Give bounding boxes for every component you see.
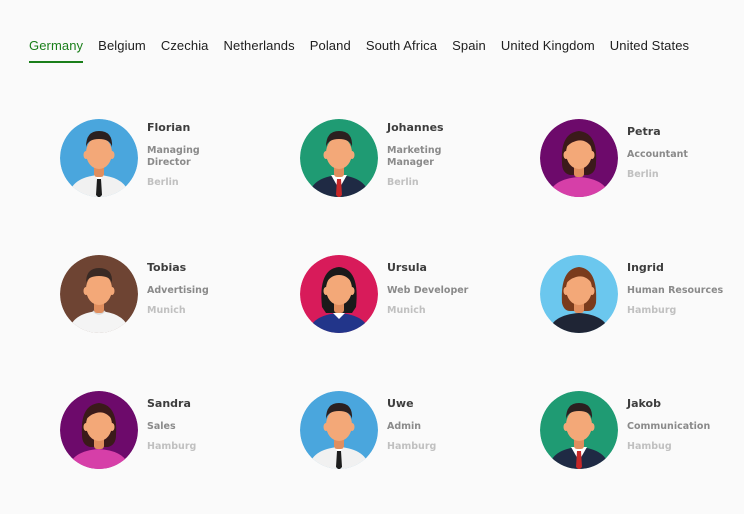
tab-united-kingdom[interactable]: United Kingdom [501,38,595,63]
person-city: Berlin [387,177,419,188]
person-card[interactable]: Uwe Admin Hamburg [300,391,520,473]
person-name: Johannes [387,121,444,134]
person-role: Web Developer [387,285,469,296]
person-info: Ingrid Human Resources Hamburg [627,261,744,317]
avatar [300,119,378,197]
avatar [300,391,378,469]
person-role: Admin [387,421,422,432]
person-name: Tobias [147,261,187,274]
person-name: Uwe [387,397,414,410]
country-tabs: Germany Belgium Czechia Netherlands Poland So… [29,38,689,63]
person-role: Communication [627,421,711,432]
person-city: Hamburg [627,305,677,316]
avatar [300,255,378,333]
tab-belgium[interactable]: Belgium [98,38,146,63]
tab-netherlands[interactable]: Netherlands [224,38,295,63]
person-info: Petra Accountant Berlin [627,125,744,181]
avatar [540,391,618,469]
tab-south-africa[interactable]: South Africa [366,38,437,63]
person-card[interactable]: Petra Accountant Berlin [540,119,744,201]
person-role: Advertising [147,285,209,296]
person-city: Hambug [627,441,672,452]
person-name: Ingrid [627,261,664,274]
person-role: Sales [147,421,176,432]
avatar [540,119,618,197]
avatar [60,119,138,197]
person-name: Sandra [147,397,191,410]
person-name: Florian [147,121,191,134]
person-name: Ursula [387,261,427,274]
person-card[interactable]: Florian Managing Director Berlin [60,119,280,201]
person-city: Berlin [147,177,179,188]
avatar [60,391,138,469]
person-card[interactable]: Sandra Sales Hamburg [60,391,280,473]
person-role: Managing Director [147,145,200,168]
person-info: Ursula Web Developer Munich [387,261,507,317]
person-info: Johannes Marketing Manager Berlin [387,121,507,189]
person-card[interactable]: Ingrid Human Resources Hamburg [540,255,744,337]
person-card[interactable]: Jakob Communication Hambug [540,391,744,473]
person-role: Human Resources [627,285,724,296]
tab-czechia[interactable]: Czechia [161,38,209,63]
person-info: Jakob Communication Hambug [627,397,744,453]
person-city: Munich [387,305,426,316]
person-name: Jakob [627,397,661,410]
avatar [60,255,138,333]
person-info: Tobias Advertising Munich [147,261,267,317]
person-info: Florian Managing Director Berlin [147,121,267,189]
tab-poland[interactable]: Poland [310,38,351,63]
person-city: Hamburg [147,441,197,452]
person-city: Berlin [627,169,659,180]
person-card[interactable]: Tobias Advertising Munich [60,255,280,337]
person-role: Marketing Manager [387,145,442,168]
person-card[interactable]: Ursula Web Developer Munich [300,255,520,337]
tab-germany[interactable]: Germany [29,38,84,63]
tab-spain[interactable]: Spain [452,38,486,63]
person-city: Munich [147,305,186,316]
person-city: Hamburg [387,441,437,452]
avatar [540,255,618,333]
person-role: Accountant [627,149,688,160]
person-card[interactable]: Johannes Marketing Manager Berlin [300,119,520,201]
person-name: Petra [627,125,661,138]
person-info: Sandra Sales Hamburg [147,397,267,453]
tab-united-states[interactable]: United States [610,38,689,63]
person-info: Uwe Admin Hamburg [387,397,507,453]
